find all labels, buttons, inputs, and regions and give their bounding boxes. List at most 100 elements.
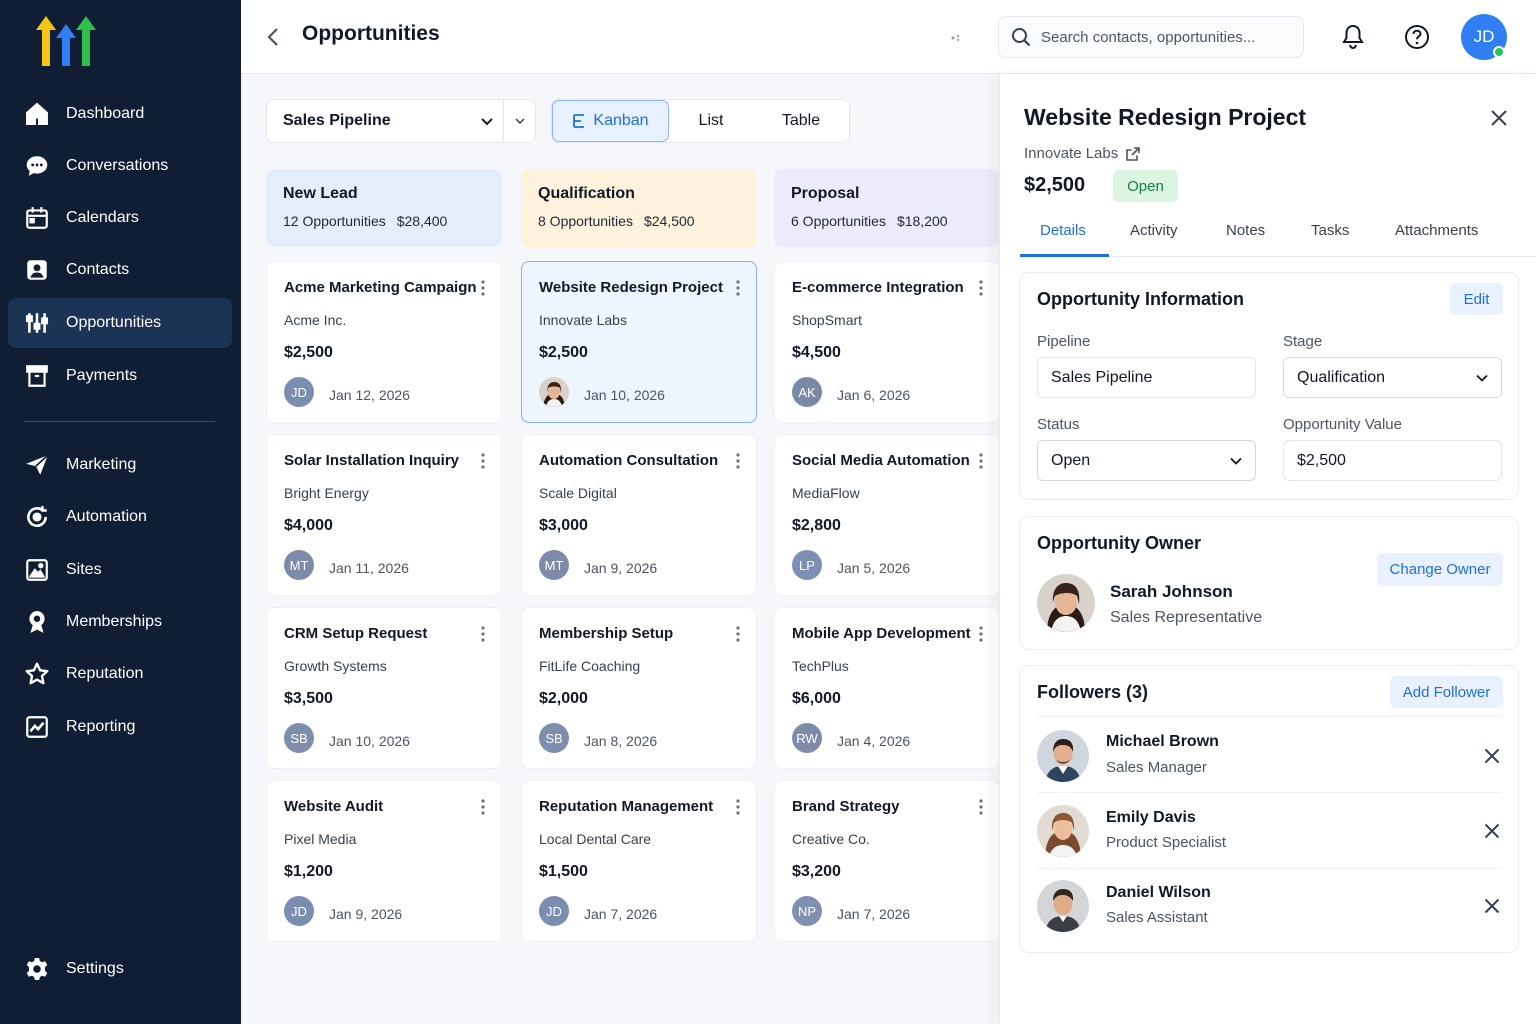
opportunity-card[interactable]: Mobile App Development TechPlus $6,000 RW Ja… — [774, 607, 1000, 769]
status-select[interactable]: Open — [1037, 440, 1256, 481]
owner-avatar: JD — [539, 896, 569, 926]
more-dots-icon[interactable] — [947, 28, 967, 48]
sidebar-divider — [24, 421, 215, 422]
card-company: Scale Digital — [539, 485, 617, 501]
remove-follower-button[interactable] — [1480, 744, 1504, 768]
opportunity-card[interactable]: Website Redesign Project Innovate Labs $2,… — [521, 261, 757, 423]
follower-avatar — [1037, 730, 1089, 782]
owner-role: Sales Representative — [1110, 609, 1263, 626]
sidebar-item-settings[interactable]: Settings — [8, 944, 232, 994]
pipeline-field[interactable]: Sales Pipeline — [1037, 357, 1256, 398]
home-icon — [8, 101, 66, 127]
card-menu-icon[interactable] — [974, 624, 988, 644]
sidebar-item-label: Opportunities — [66, 314, 162, 331]
view-kanban-button[interactable]: Kanban — [552, 100, 669, 142]
sidebar-item-label: Sites — [66, 561, 102, 578]
sidebar-item-dashboard[interactable]: Dashboard — [8, 89, 232, 139]
card-company: Pixel Media — [284, 831, 357, 847]
sidebar-item-marketing[interactable]: Marketing — [8, 440, 232, 490]
sidebar-item-label: Reputation — [66, 665, 144, 682]
card-menu-icon[interactable] — [731, 797, 745, 817]
remove-follower-button[interactable] — [1480, 819, 1504, 843]
pipeline-select[interactable]: Sales Pipeline — [266, 99, 536, 143]
tab-attachments[interactable]: Attachments — [1395, 222, 1478, 239]
app-logo[interactable] — [34, 14, 98, 70]
gear-icon — [8, 956, 66, 982]
view-list-button[interactable]: List — [669, 100, 753, 142]
sidebar-item-sites[interactable]: Sites — [8, 545, 232, 595]
bell-icon[interactable] — [1338, 22, 1368, 52]
card-menu-icon[interactable] — [731, 278, 745, 298]
sidebar-item-conversations[interactable]: Conversations — [8, 141, 232, 191]
sidebar-item-reporting[interactable]: Reporting — [8, 702, 232, 752]
tab-activity[interactable]: Activity — [1130, 222, 1178, 239]
card-menu-icon[interactable] — [476, 451, 490, 471]
archive-icon — [8, 363, 66, 389]
sidebar-item-memberships[interactable]: Memberships — [8, 597, 232, 647]
sidebar-item-automation[interactable]: Automation — [8, 492, 232, 542]
column-count: 8 Opportunities — [538, 213, 633, 229]
help-icon[interactable] — [1402, 22, 1432, 52]
stage-select[interactable]: Qualification — [1283, 357, 1502, 398]
search-input[interactable] — [1041, 28, 1281, 46]
card-title: Brand Strategy — [792, 798, 900, 815]
opportunity-value-field[interactable]: $2,500 — [1283, 440, 1502, 481]
opportunity-card[interactable]: Social Media Automation MediaFlow $2,800 LP… — [774, 434, 1000, 596]
card-amount: $3,200 — [792, 863, 841, 880]
opportunity-card[interactable]: Solar Installation Inquiry Bright Energy $… — [266, 434, 502, 596]
remove-follower-button[interactable] — [1480, 894, 1504, 918]
add-follower-button[interactable]: Add Follower — [1390, 676, 1503, 708]
opportunity-card[interactable]: Automation Consultation Scale Digital $3,0… — [521, 434, 757, 596]
view-table-button[interactable]: Table — [753, 100, 849, 142]
card-date: Jan 10, 2026 — [329, 733, 410, 749]
tab-tasks[interactable]: Tasks — [1311, 222, 1349, 239]
opportunity-card[interactable]: CRM Setup Request Growth Systems $3,500 SB J… — [266, 607, 502, 769]
sidebar-item-contacts[interactable]: Contacts — [8, 245, 232, 295]
opportunity-card[interactable]: E-commerce Integration ShopSmart $4,500 AK J… — [774, 261, 1000, 423]
card-menu-icon[interactable] — [731, 624, 745, 644]
card-menu-icon[interactable] — [974, 278, 988, 298]
card-title: Solar Installation Inquiry — [284, 452, 460, 469]
card-menu-icon[interactable] — [476, 278, 490, 298]
tab-notes[interactable]: Notes — [1226, 222, 1265, 239]
opportunity-card[interactable]: Brand Strategy Creative Co. $3,200 NP Jan 7,… — [774, 780, 1000, 942]
page-title: Opportunities — [302, 22, 440, 45]
sidebar-item-opportunities[interactable]: Opportunities — [8, 298, 232, 348]
card-menu-icon[interactable] — [731, 451, 745, 471]
card-date: Jan 7, 2026 — [584, 906, 658, 922]
card-company: MediaFlow — [792, 485, 860, 501]
sidebar: Dashboard Conversations Calendars Contac… — [0, 0, 241, 1024]
owner-avatar: SB — [284, 723, 314, 753]
owner-avatar: JD — [284, 896, 314, 926]
card-title: Membership Setup — [539, 625, 674, 642]
close-panel-button[interactable] — [1487, 106, 1511, 130]
tab-details[interactable]: Details — [1040, 222, 1086, 239]
card-title: Mobile App Development — [792, 625, 971, 642]
kanban-icon — [573, 114, 585, 128]
chevron-down-icon — [472, 117, 504, 126]
column-count: 6 Opportunities — [791, 213, 886, 229]
search-bar[interactable] — [998, 16, 1304, 58]
edit-button[interactable]: Edit — [1450, 283, 1503, 315]
follower-avatar — [1037, 880, 1089, 932]
back-button[interactable] — [261, 24, 285, 50]
card-amount: $4,000 — [284, 517, 333, 534]
card-company: ShopSmart — [792, 312, 863, 328]
card-menu-icon[interactable] — [974, 451, 988, 471]
sidebar-item-calendars[interactable]: Calendars — [8, 193, 232, 243]
owner-avatar: MT — [284, 550, 314, 580]
sidebar-item-reputation[interactable]: Reputation — [8, 649, 232, 699]
detail-company: Innovate Labs — [1024, 145, 1119, 162]
opportunity-card[interactable]: Reputation Management Local Dental Care $1… — [521, 780, 757, 942]
opportunity-card[interactable]: Acme Marketing Campaign Acme Inc. $2,500 JD… — [266, 261, 502, 423]
detail-company-link[interactable]: Innovate Labs — [1024, 145, 1141, 162]
card-menu-icon[interactable] — [476, 797, 490, 817]
opportunity-card[interactable]: Website Audit Pixel Media $1,200 JD Jan 9, 2… — [266, 780, 502, 942]
change-owner-button[interactable]: Change Owner — [1377, 553, 1503, 586]
card-menu-icon[interactable] — [974, 797, 988, 817]
card-menu-icon[interactable] — [476, 624, 490, 644]
chevron-down-icon[interactable] — [503, 100, 535, 142]
opportunity-card[interactable]: Membership Setup FitLife Coaching $2,000 SB… — [521, 607, 757, 769]
active-tab-indicator — [1020, 254, 1109, 257]
sidebar-item-payments[interactable]: Payments — [8, 351, 232, 401]
